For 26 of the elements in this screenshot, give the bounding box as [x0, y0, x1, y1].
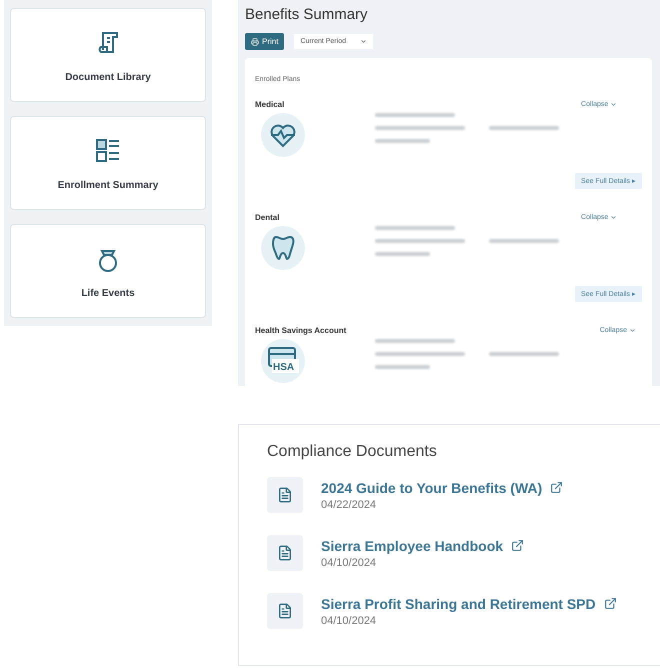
document-icon [277, 487, 293, 503]
document-link[interactable]: Sierra Profit Sharing and Retirement SPD [321, 596, 617, 612]
print-button[interactable]: Print [245, 33, 284, 50]
navigation-tile[interactable]: Enrollment Summary [10, 116, 206, 210]
external-link-icon [550, 481, 564, 494]
document-icon [277, 603, 293, 619]
printer-icon [251, 38, 259, 46]
chevron-down-icon [629, 327, 636, 334]
external-link-icon [604, 597, 617, 610]
document-link[interactable]: Sierra Employee Handbook [321, 538, 524, 554]
document-date: 04/10/2024 [321, 614, 378, 626]
document-date: 04/10/2024 [321, 556, 378, 568]
plan-name: Dental [255, 213, 280, 222]
panel-title: Benefits Summary [245, 6, 369, 23]
chevron-down-icon [610, 214, 618, 221]
navigation-tile[interactable]: Life Events [10, 224, 206, 318]
external-link-icon [511, 539, 524, 552]
plan-name: Medical [255, 100, 286, 109]
document-date: 04/22/2024 [321, 498, 378, 510]
navigation-tile[interactable]: Document Library [10, 8, 206, 102]
chevron-down-icon [610, 101, 618, 108]
panel-title: Compliance Documents [267, 443, 438, 461]
document-link[interactable]: 2024 Guide to Your Benefits (WA) [321, 480, 564, 496]
plan-name: Health Savings Account [255, 326, 348, 335]
document-icon [277, 545, 293, 561]
chevron-down-icon [360, 38, 367, 45]
